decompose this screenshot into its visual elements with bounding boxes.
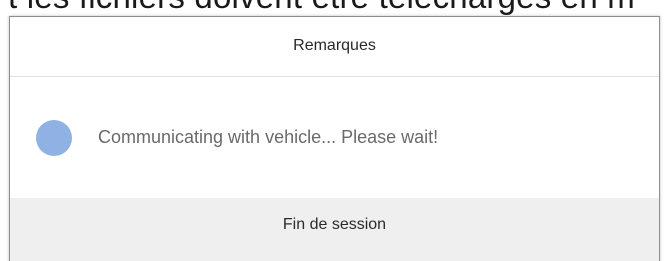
status-message: Communicating with vehicle... Please wai… xyxy=(98,127,439,147)
remarks-dialog: Remarques Communicating with vehicle... … xyxy=(9,16,660,261)
end-session-button[interactable]: Fin de session xyxy=(10,198,659,261)
dialog-body: Communicating with vehicle... Please wai… xyxy=(10,77,659,198)
page: t les fichiers doivent être téléchargés … xyxy=(0,0,669,261)
dialog-header: Remarques xyxy=(10,17,659,77)
end-session-label: Fin de session xyxy=(282,216,387,233)
loading-spinner-icon xyxy=(36,119,72,156)
background-document-text: t les fichiers doivent être téléchargés … xyxy=(8,0,635,16)
dialog-title: Remarques xyxy=(293,36,376,54)
